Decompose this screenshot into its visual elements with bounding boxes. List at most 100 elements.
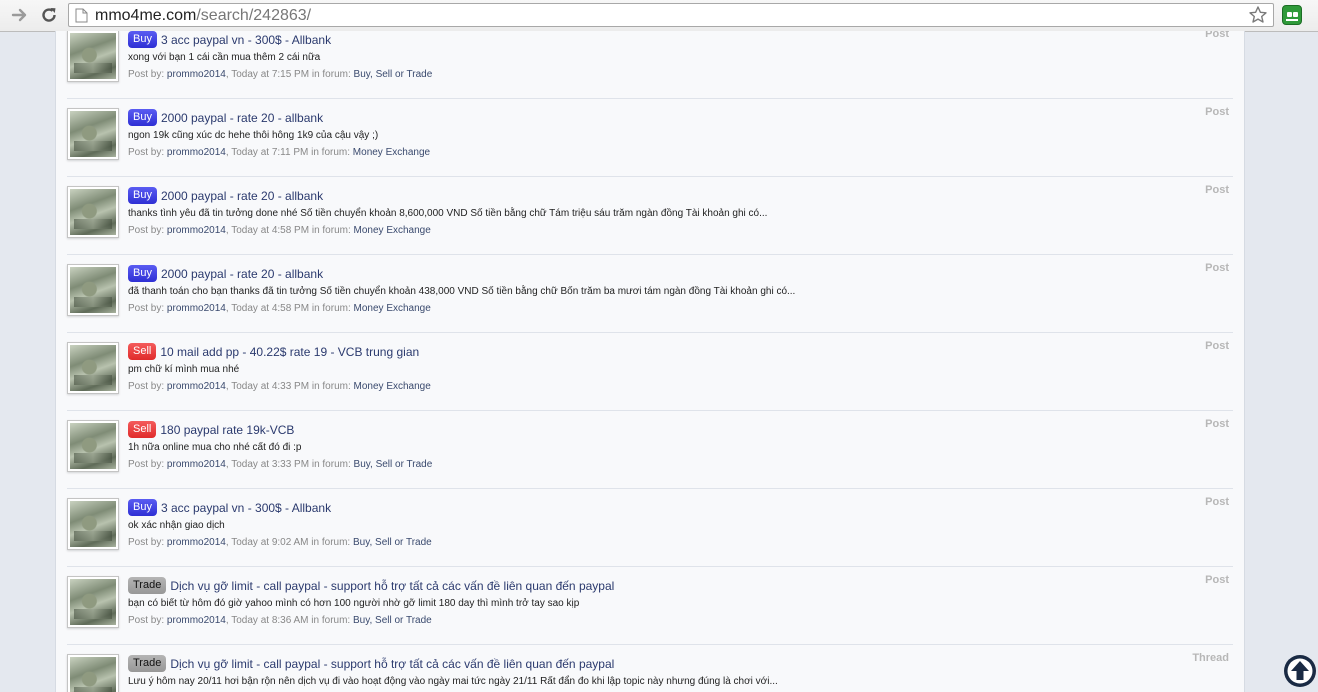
result-title-link[interactable]: 2000 paypal - rate 20 - allbank — [161, 267, 323, 281]
avatar-image — [70, 189, 116, 235]
forum-label: in forum: — [311, 615, 351, 626]
by-label: Post by: — [128, 459, 165, 470]
prefix-badge: Trade — [128, 655, 167, 672]
user-avatar[interactable] — [67, 498, 119, 550]
prefix-badge: Buy — [128, 187, 157, 204]
search-results-panel: Buy 3 acc paypal vn - 300$ - Allbank xon… — [55, 31, 1245, 692]
forum-link[interactable]: Buy, Sell or Trade — [354, 459, 433, 470]
forum-link[interactable]: Buy, Sell or Trade — [353, 615, 432, 626]
author-link[interactable]: prommo2014 — [167, 615, 226, 626]
forum-label: in forum: — [311, 225, 351, 236]
by-label: Post by: — [128, 147, 165, 158]
avatar-image — [70, 267, 116, 313]
search-result-item: Buy 3 acc paypal vn - 300$ - Allbank ok … — [67, 489, 1233, 567]
author-link[interactable]: prommo2014 — [167, 537, 226, 548]
post-time: Today at 4:58 PM — [231, 225, 310, 236]
result-snippet[interactable]: xong với bạn 1 cái cần mua thêm 2 cái nữ… — [128, 52, 320, 63]
user-avatar[interactable] — [67, 420, 119, 472]
reload-button[interactable] — [36, 3, 62, 27]
search-result-item: Buy 2000 paypal - rate 20 - allbank than… — [67, 177, 1233, 255]
back-button[interactable] — [7, 3, 33, 27]
content-type-label: Post — [1205, 106, 1229, 118]
forum-link[interactable]: Money Exchange — [354, 225, 431, 236]
post-time: Today at 4:33 PM — [231, 381, 310, 392]
result-title-link[interactable]: Dịch vụ gỡ limit - call paypal - support… — [170, 657, 614, 671]
author-link[interactable]: prommo2014 — [167, 69, 226, 80]
content-type-label: Post — [1205, 574, 1229, 586]
user-avatar[interactable] — [67, 654, 119, 692]
result-snippet[interactable]: bạn có biết từ hôm đó giờ yahoo mình có … — [128, 598, 579, 609]
by-label: Post by: — [128, 225, 165, 236]
result-title-line: Sell 180 paypal rate 19k-VCB — [128, 421, 294, 438]
search-result-item: Buy 2000 paypal - rate 20 - allbank đã t… — [67, 255, 1233, 333]
result-title-link[interactable]: 10 mail add pp - 40.22$ rate 19 - VCB tr… — [160, 345, 419, 359]
user-avatar[interactable] — [67, 342, 119, 394]
scroll-to-top-icon[interactable] — [1283, 654, 1317, 688]
by-label: Post by: — [128, 69, 165, 80]
search-result-item: Trade Dịch vụ gỡ limit - call paypal - s… — [67, 645, 1233, 692]
user-avatar[interactable] — [67, 108, 119, 160]
result-meta: Post by: prommo2014, Today at 4:58 PM in… — [128, 225, 431, 236]
result-snippet[interactable]: 1h nữa online mua cho nhé cất đó đi :p — [128, 442, 301, 453]
content-type-label: Post — [1205, 496, 1229, 508]
result-snippet[interactable]: ok xác nhận giao dịch — [128, 520, 225, 531]
post-time: Today at 7:15 PM — [231, 69, 310, 80]
content-type-label: Post — [1205, 31, 1229, 40]
content-type-label: Thread — [1192, 652, 1229, 664]
extension-robot-icon[interactable] — [1282, 5, 1302, 25]
result-title-link[interactable]: 2000 paypal - rate 20 - allbank — [161, 189, 323, 203]
prefix-badge: Buy — [128, 265, 157, 282]
result-title-link[interactable]: 3 acc paypal vn - 300$ - Allbank — [161, 501, 331, 515]
result-snippet[interactable]: pm chữ kí mình mua nhé — [128, 364, 239, 375]
by-label: Post by: — [128, 537, 165, 548]
forum-label: in forum: — [311, 537, 351, 548]
user-avatar[interactable] — [67, 576, 119, 628]
author-link[interactable]: prommo2014 — [167, 303, 226, 314]
post-time: Today at 4:58 PM — [231, 303, 310, 314]
forum-link[interactable]: Money Exchange — [354, 303, 431, 314]
author-link[interactable]: prommo2014 — [167, 147, 226, 158]
bookmark-star-icon[interactable] — [1248, 5, 1268, 25]
result-meta: Post by: prommo2014, Today at 7:15 PM in… — [128, 69, 433, 80]
result-title-line: Buy 2000 paypal - rate 20 - allbank — [128, 109, 323, 126]
avatar-image — [70, 501, 116, 547]
post-time: Today at 9:02 AM — [231, 537, 309, 548]
forum-link[interactable]: Buy, Sell or Trade — [353, 537, 432, 548]
user-avatar[interactable] — [67, 264, 119, 316]
forum-link[interactable]: Buy, Sell or Trade — [354, 69, 433, 80]
result-snippet[interactable]: ngon 19k cũng xúc dc hehe thôi hông 1k9 … — [128, 130, 378, 141]
forum-link[interactable]: Money Exchange — [354, 381, 431, 392]
result-title-link[interactable]: 3 acc paypal vn - 300$ - Allbank — [161, 33, 331, 47]
address-bar[interactable]: mmo4me.com/search/242863/ — [68, 3, 1274, 27]
result-snippet[interactable]: Lưu ý hôm nay 20/11 hơi bận rộn nên dịch… — [128, 676, 778, 687]
result-title-link[interactable]: Dịch vụ gỡ limit - call paypal - support… — [170, 579, 614, 593]
search-results-list: Buy 3 acc paypal vn - 300$ - Allbank xon… — [67, 31, 1233, 692]
avatar-image — [70, 579, 116, 625]
forum-link[interactable]: Money Exchange — [353, 147, 430, 158]
by-label: Post by: — [128, 615, 165, 626]
author-link[interactable]: prommo2014 — [167, 381, 226, 392]
forum-label: in forum: — [311, 147, 351, 158]
result-snippet[interactable]: đã thanh toán cho bạn thanks đã tin tưởn… — [128, 286, 795, 297]
url-path: /search/242863/ — [196, 7, 312, 24]
result-title-link[interactable]: 2000 paypal - rate 20 - allbank — [161, 111, 323, 125]
author-link[interactable]: prommo2014 — [167, 459, 226, 470]
prefix-badge: Buy — [128, 499, 157, 516]
result-title-line: Sell 10 mail add pp - 40.22$ rate 19 - V… — [128, 343, 419, 360]
avatar-image — [70, 111, 116, 157]
browser-toolbar: mmo4me.com/search/242863/ — [0, 0, 1318, 32]
forum-label: in forum: — [311, 381, 351, 392]
prefix-badge: Sell — [128, 343, 157, 360]
result-title-line: Buy 3 acc paypal vn - 300$ - Allbank — [128, 31, 331, 48]
result-title-line: Trade Dịch vụ gỡ limit - call paypal - s… — [128, 655, 614, 672]
page-icon — [75, 8, 88, 23]
user-avatar[interactable] — [67, 31, 119, 82]
result-snippet[interactable]: thanks tình yêu đã tin tưởng done nhé Số… — [128, 208, 767, 219]
author-link[interactable]: prommo2014 — [167, 225, 226, 236]
result-title-line: Trade Dịch vụ gỡ limit - call paypal - s… — [128, 577, 614, 594]
content-type-label: Post — [1205, 418, 1229, 430]
result-title-link[interactable]: 180 paypal rate 19k-VCB — [160, 423, 294, 437]
post-time: Today at 8:36 AM — [231, 615, 309, 626]
forum-label: in forum: — [311, 303, 351, 314]
user-avatar[interactable] — [67, 186, 119, 238]
